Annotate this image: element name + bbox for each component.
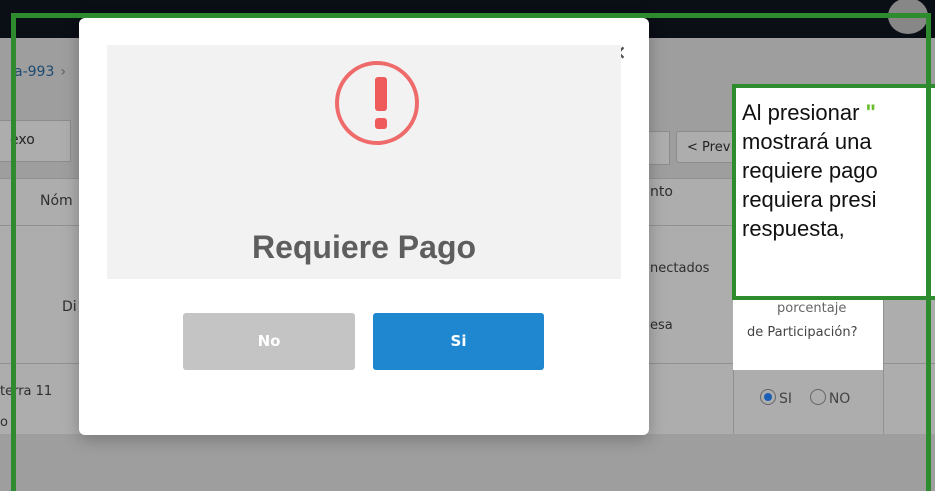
callout-line: requiera presi	[742, 187, 877, 212]
radio-no[interactable]	[809, 389, 826, 405]
exclamation-bar	[375, 77, 387, 111]
participation-label: de Participación?	[747, 325, 858, 340]
dialog-title: Requiere Pago	[251, 229, 477, 265]
callout-line: requiere pago	[742, 158, 878, 183]
participation-header: porcentaje de Participación?	[733, 300, 883, 370]
no-button[interactable]: No	[183, 313, 355, 370]
callout-quote: "	[865, 100, 876, 125]
callout-line: respuesta,	[742, 216, 845, 241]
radio-si-label: SI	[779, 391, 793, 407]
exclamation-dot	[375, 118, 387, 129]
radio-si[interactable]	[760, 389, 776, 405]
radio-no-label: NO	[828, 391, 851, 407]
payment-required-dialog: × Requiere Pago No Si	[79, 18, 649, 435]
si-button[interactable]: Si	[373, 313, 544, 370]
callout-line: Al presionar	[742, 100, 866, 125]
callout-line: mostrará una	[742, 129, 872, 154]
callout-text: Al presionar " mostrará una requiere pag…	[742, 98, 935, 243]
annotation-callout: Al presionar " mostrará una requiere pag…	[732, 84, 935, 300]
exclamation-circle-icon	[335, 61, 419, 145]
participation-label: porcentaje	[777, 301, 847, 316]
participation-radio-group: SI NO	[760, 389, 850, 407]
dialog-header: Requiere Pago	[107, 45, 621, 279]
